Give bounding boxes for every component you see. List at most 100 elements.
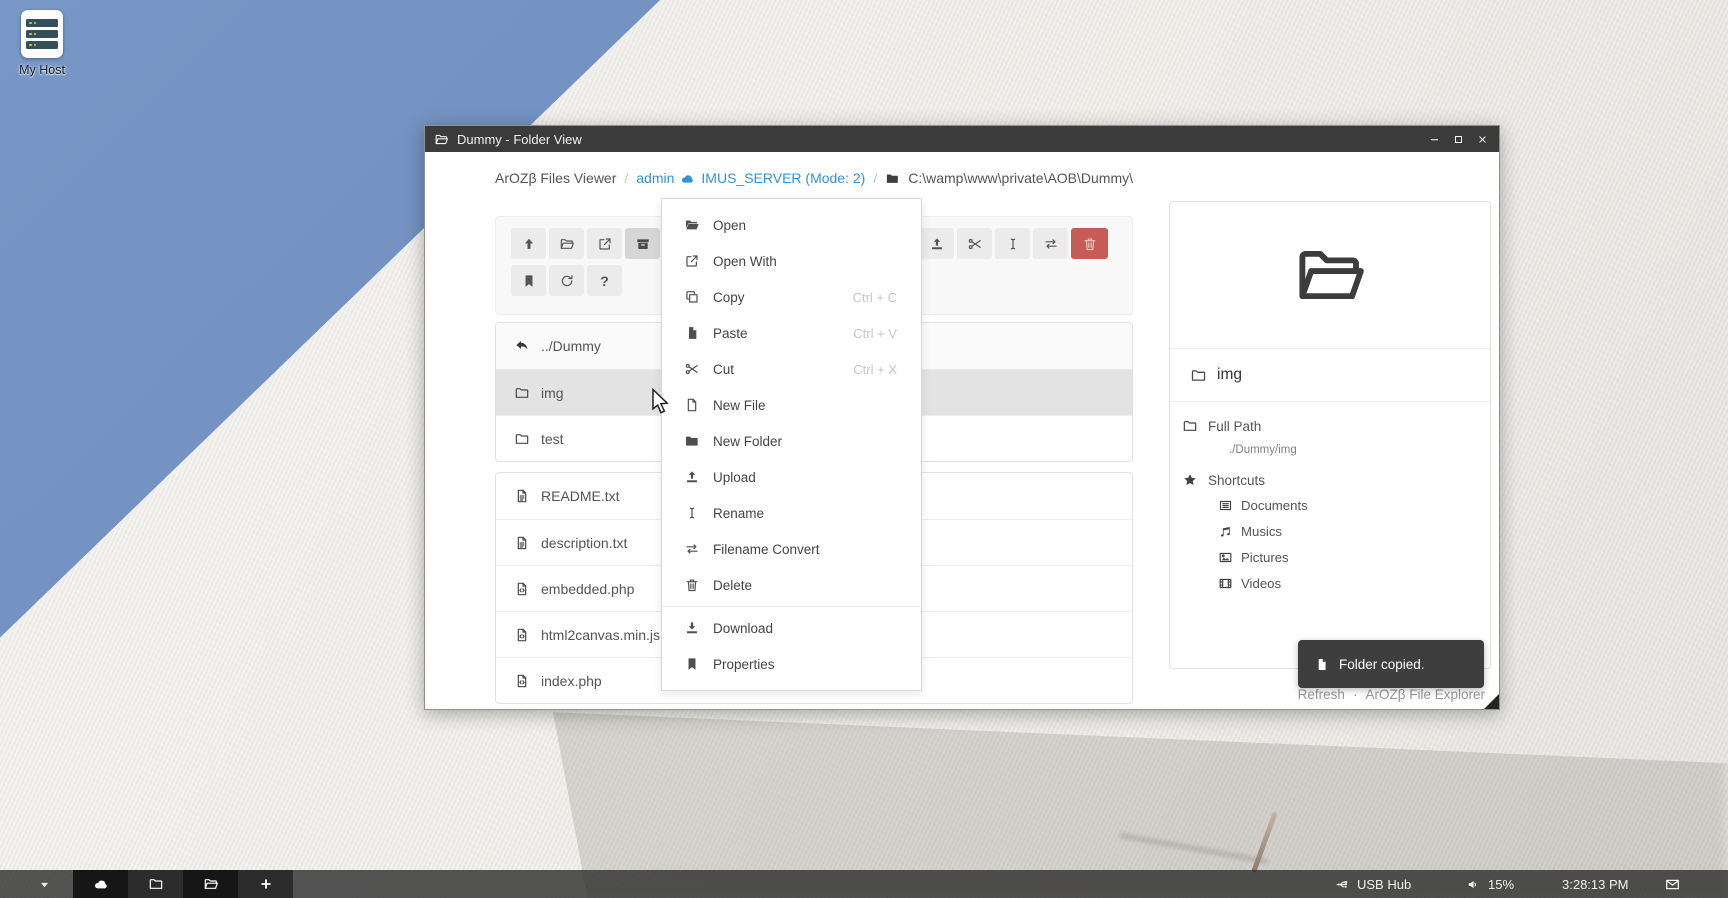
cut-button[interactable]: [957, 228, 992, 259]
scissors-icon: [684, 361, 700, 377]
usb-icon: [1335, 877, 1350, 892]
desktop-icon-my-host[interactable]: My Host: [14, 10, 70, 77]
filename-convert-button[interactable]: [1033, 228, 1068, 259]
menu-item-paste[interactable]: PasteCtrl + V: [662, 315, 921, 351]
file-text-icon: [514, 535, 530, 551]
folder-fill-icon: [684, 433, 700, 449]
minimize-button[interactable]: [1427, 132, 1442, 147]
archive-button[interactable]: [625, 228, 660, 259]
volume-status[interactable]: 15%: [1466, 870, 1514, 898]
breadcrumb-user[interactable]: admin: [636, 170, 674, 186]
desktop-icon-label: My Host: [14, 63, 70, 77]
taskbar: USB Hub 15% 3:28:13 PM: [0, 870, 1728, 898]
taskbar-files-app-button[interactable]: [128, 870, 183, 898]
toast-message: Folder copied.: [1339, 657, 1425, 672]
menu-item-filename-convert[interactable]: Filename Convert: [662, 531, 921, 567]
shortcut-item-documents[interactable]: Documents: [1218, 492, 1490, 518]
folder-icon: [148, 876, 164, 892]
menu-item-new-folder[interactable]: New Folder: [662, 423, 921, 459]
open-folder-button[interactable]: [549, 228, 584, 259]
menu-item-copy[interactable]: CopyCtrl + C: [662, 279, 921, 315]
folder-open-icon: [1291, 236, 1369, 314]
shortcut-item-pictures[interactable]: Pictures: [1218, 544, 1490, 570]
brand-label: ArOZβ File Explorer: [1365, 687, 1485, 702]
folder-icon: [885, 171, 900, 186]
file-code-icon: [514, 673, 530, 689]
menu-item-label: New File: [713, 398, 766, 413]
menu-item-label: Paste: [713, 326, 748, 341]
menu-item-open[interactable]: Open: [662, 207, 921, 243]
server-bar: [26, 41, 58, 49]
close-button[interactable]: [1475, 132, 1490, 147]
menu-item-delete[interactable]: Delete: [662, 567, 921, 603]
taskbar-apps: [73, 870, 293, 898]
footer-separator: ·: [1353, 687, 1358, 702]
rename-button[interactable]: [995, 228, 1030, 259]
menu-item-label: Open: [713, 218, 746, 233]
menu-item-label: Upload: [713, 470, 756, 485]
shortcut-item-musics[interactable]: Musics: [1218, 518, 1490, 544]
breadcrumb-app: ArOZβ Files Viewer: [495, 170, 616, 186]
ibeam-icon: [1005, 236, 1021, 252]
upload-icon: [684, 469, 700, 485]
server-icon: [21, 10, 63, 58]
caret-down-fill-icon: [38, 878, 51, 891]
shortcut-label: Videos: [1241, 576, 1281, 591]
file-code-icon: [514, 581, 530, 597]
selected-item-title: img: [1170, 349, 1490, 402]
usb-status[interactable]: USB Hub: [1335, 870, 1411, 898]
menu-item-rename[interactable]: Rename: [662, 495, 921, 531]
taskbar-caret-icon[interactable]: [38, 878, 51, 891]
folder-label: ../Dummy: [541, 338, 601, 354]
mouse-cursor: [651, 388, 675, 414]
file-label: html2canvas.min.js: [541, 627, 660, 643]
folder-icon: [1190, 367, 1207, 384]
clock[interactable]: 3:28:13 PM: [1562, 870, 1629, 898]
bookmark-fill-icon: [684, 656, 700, 672]
folder-open-fill-icon: [684, 217, 700, 233]
menu-item-download[interactable]: Download: [662, 610, 921, 646]
help-button[interactable]: ?: [587, 265, 622, 296]
cloud-icon: [680, 171, 695, 186]
menu-divider: [662, 606, 921, 607]
upload-button[interactable]: [919, 228, 954, 259]
usb-icon: [1335, 877, 1350, 892]
folder-open-icon: [434, 132, 449, 147]
server-bar: [26, 19, 58, 27]
selected-item-name: img: [1217, 366, 1242, 384]
breadcrumb-server-link[interactable]: admin IMUS_SERVER (Mode: 2): [636, 170, 865, 186]
window-title-icon: [434, 132, 449, 147]
max-icon: [1452, 133, 1465, 146]
star-icon: [1182, 472, 1198, 488]
folder-icon: [1182, 418, 1198, 434]
resize-handle[interactable]: [1484, 694, 1499, 709]
usb-label: USB Hub: [1357, 877, 1411, 892]
shortcut-item-videos[interactable]: Videos: [1218, 570, 1490, 596]
arrow-up-fill-icon: [521, 236, 537, 252]
maximize-button[interactable]: [1451, 132, 1466, 147]
upload-icon: [929, 236, 945, 252]
refresh-button[interactable]: [549, 265, 584, 296]
menu-item-new-file[interactable]: New File: [662, 387, 921, 423]
window-titlebar[interactable]: Dummy - Folder View: [425, 126, 1499, 152]
server-bar: [26, 30, 58, 38]
menu-item-upload[interactable]: Upload: [662, 459, 921, 495]
bookmark-button[interactable]: [511, 265, 546, 296]
menu-item-open-with[interactable]: Open With: [662, 243, 921, 279]
delete-button[interactable]: [1071, 228, 1108, 259]
taskbar-cloud-app-button[interactable]: [73, 870, 128, 898]
open-external-button[interactable]: [587, 228, 622, 259]
mail-tray[interactable]: [1664, 870, 1681, 898]
taskbar-add-app-button[interactable]: [238, 870, 293, 898]
menu-item-label: Properties: [713, 657, 775, 672]
full-path-label: Full Path: [1208, 419, 1261, 434]
plus-fill-icon: [258, 876, 274, 892]
taskbar-folder-view-app-button[interactable]: [183, 870, 238, 898]
refresh-link[interactable]: Refresh: [1298, 687, 1345, 702]
menu-item-cut[interactable]: CutCtrl + X: [662, 351, 921, 387]
go-up-button[interactable]: [511, 228, 546, 259]
menu-item-properties[interactable]: Properties: [662, 646, 921, 682]
breadcrumb-server[interactable]: IMUS_SERVER (Mode: 2): [701, 170, 865, 186]
toolbar-right-group: [919, 228, 1108, 259]
external-icon: [597, 236, 613, 252]
